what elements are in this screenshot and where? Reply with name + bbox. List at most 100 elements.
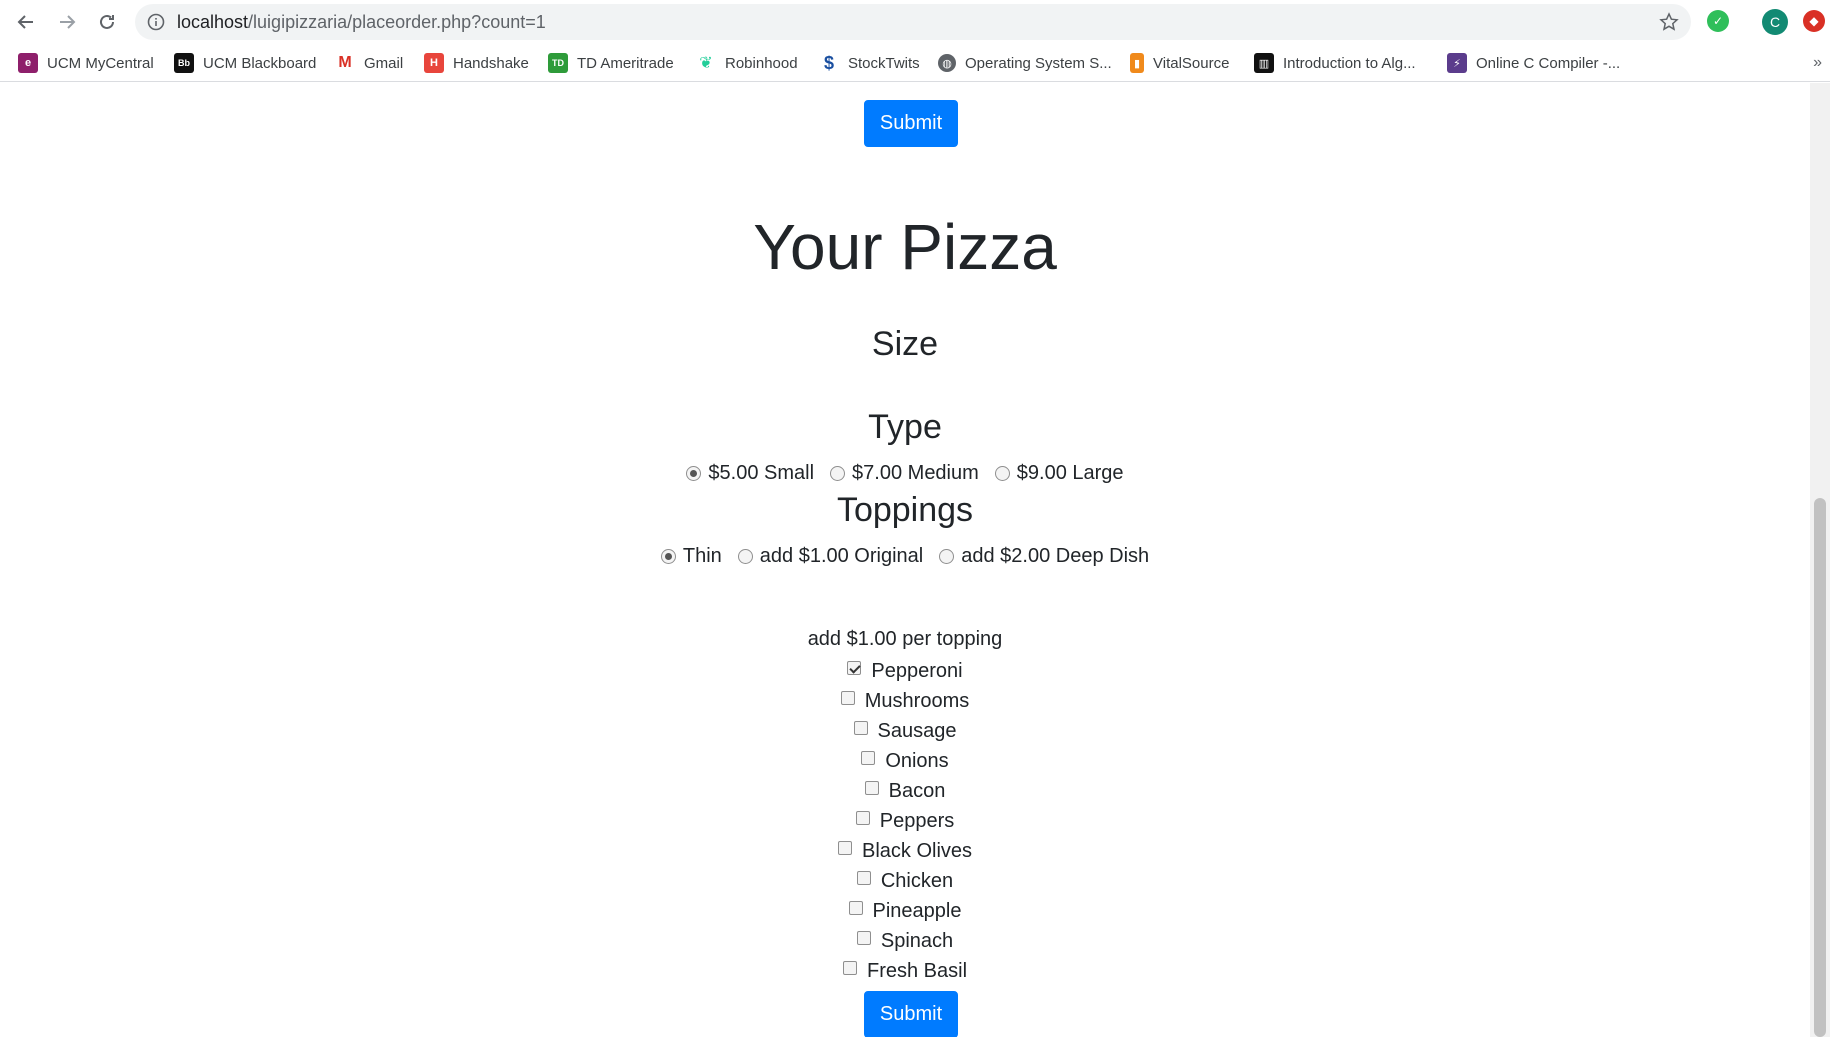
size-option-medium[interactable]: $7.00 Medium bbox=[830, 462, 979, 485]
topping-item[interactable]: Bacon bbox=[0, 776, 1810, 806]
bookmark-label: UCM MyCentral bbox=[47, 54, 154, 72]
type-option-original[interactable]: add $1.00 Original bbox=[737, 544, 924, 568]
topping-checkbox[interactable] bbox=[856, 931, 871, 945]
url-path: /luigipizzaria/placeorder.php?count=1 bbox=[248, 12, 546, 32]
topping-label: Fresh Basil bbox=[866, 959, 968, 982]
topping-item[interactable]: Fresh Basil bbox=[0, 956, 1810, 986]
type-option-deep-dish[interactable]: add $2.00 Deep Dish bbox=[939, 545, 1149, 568]
type-option-thin[interactable]: Thin bbox=[660, 544, 722, 568]
type-label-thin: Thin bbox=[682, 544, 722, 567]
size-option-small[interactable]: $5.00 Small bbox=[686, 462, 814, 485]
size-radio-large[interactable] bbox=[994, 465, 1010, 481]
topping-label: Peppers bbox=[879, 809, 955, 832]
page-scrollbar[interactable] bbox=[1810, 83, 1830, 1037]
toppings-list: Pepperoni Mushrooms Sausage Onions Bacon Pepp… bbox=[0, 656, 1810, 1037]
topping-checkbox[interactable] bbox=[840, 691, 855, 705]
size-option-large[interactable]: $9.00 Large bbox=[994, 461, 1124, 485]
bookmark-item[interactable]: ▮ VitalSource bbox=[1130, 52, 1229, 74]
more-bookmarks-button[interactable]: » bbox=[1813, 54, 1822, 72]
vitalsource-icon: ▮ bbox=[1130, 53, 1144, 73]
size-radio-medium[interactable] bbox=[830, 465, 846, 481]
topping-item[interactable]: Spinach bbox=[0, 926, 1810, 956]
type-heading: Type bbox=[868, 408, 942, 446]
topping-checkbox[interactable] bbox=[864, 781, 879, 795]
topping-item[interactable]: Pineapple bbox=[0, 896, 1810, 926]
topping-item[interactable]: Pepperoni bbox=[0, 656, 1810, 686]
extension-check-icon[interactable]: ✓ bbox=[1707, 10, 1729, 32]
topping-item[interactable]: Peppers bbox=[0, 806, 1810, 836]
bookmark-item[interactable]: ▥ Introduction to Alg... bbox=[1254, 52, 1416, 74]
scrollbar-thumb[interactable] bbox=[1814, 498, 1826, 1037]
bookmark-item[interactable]: $ StockTwits bbox=[819, 52, 920, 74]
size-options: $5.00 Small $7.00 Medium $9.00 Large bbox=[0, 460, 1810, 486]
forward-arrow-icon bbox=[60, 15, 76, 29]
topping-label: Black Olives bbox=[861, 839, 973, 862]
type-radio-thin[interactable] bbox=[660, 548, 676, 564]
bookmark-item[interactable]: ◍ Operating System S... bbox=[938, 52, 1112, 74]
toppings-heading: Toppings bbox=[836, 491, 974, 529]
toppings-note: add $1.00 per topping bbox=[807, 628, 1003, 650]
book-icon: ▥ bbox=[1254, 53, 1274, 73]
topping-label: Sausage bbox=[877, 719, 957, 742]
td-ameritrade-icon: TD bbox=[548, 53, 568, 73]
submit-button-top[interactable]: Submit bbox=[864, 100, 958, 147]
page-title: Your Pizza bbox=[753, 211, 1057, 283]
type-options: Thin add $1.00 Original add $2.00 Deep D… bbox=[0, 543, 1810, 569]
size-label-small: $5.00 Small bbox=[708, 461, 815, 484]
submit-button-bottom[interactable]: Submit bbox=[864, 991, 958, 1037]
extension-red-icon[interactable]: ◆ bbox=[1803, 10, 1825, 32]
size-heading: Size bbox=[871, 325, 939, 363]
topping-checkbox[interactable] bbox=[853, 721, 868, 735]
forward-button[interactable] bbox=[53, 8, 81, 36]
bookmark-label: VitalSource bbox=[1153, 54, 1230, 72]
topping-checkbox[interactable] bbox=[855, 811, 870, 825]
site-info-icon[interactable] bbox=[147, 13, 165, 31]
topping-label: Onions bbox=[885, 749, 949, 772]
topping-checkbox[interactable] bbox=[861, 751, 876, 765]
topping-checkbox[interactable] bbox=[848, 901, 863, 915]
bookmark-item[interactable]: e UCM MyCentral bbox=[18, 52, 154, 74]
bookmark-item[interactable]: ⚡ Online C Compiler -... bbox=[1447, 52, 1620, 74]
topping-checkbox[interactable] bbox=[837, 841, 852, 855]
topping-item[interactable]: Onions bbox=[0, 746, 1810, 776]
topping-item[interactable]: Chicken bbox=[0, 866, 1810, 896]
bookmark-label: StockTwits bbox=[848, 54, 920, 72]
url-text[interactable]: localhost/luigipizzaria/placeorder.php?c… bbox=[177, 13, 546, 31]
blackboard-icon: Bb bbox=[174, 53, 194, 73]
bookmark-label: TD Ameritrade bbox=[577, 54, 674, 72]
size-radio-small[interactable] bbox=[686, 465, 702, 481]
type-label-original: add $1.00 Original bbox=[759, 544, 924, 567]
bookmark-item[interactable]: TD TD Ameritrade bbox=[548, 52, 674, 74]
bookmark-item[interactable]: Bb UCM Blackboard bbox=[174, 52, 316, 74]
topping-checkbox[interactable] bbox=[856, 871, 871, 885]
bookmark-label: Introduction to Alg... bbox=[1283, 54, 1416, 72]
bookmark-label: Operating System S... bbox=[965, 54, 1112, 72]
topping-item[interactable]: Sausage bbox=[0, 716, 1810, 746]
bookmark-item[interactable]: M Gmail bbox=[335, 52, 403, 74]
bookmark-star-icon[interactable] bbox=[1659, 12, 1679, 32]
bookmark-label: Robinhood bbox=[725, 54, 798, 72]
topping-checkbox[interactable] bbox=[847, 661, 862, 675]
address-bar[interactable]: localhost/luigipizzaria/placeorder.php?c… bbox=[135, 4, 1691, 40]
robinhood-icon: ❦ bbox=[699, 55, 713, 72]
topping-label: Pineapple bbox=[872, 899, 962, 922]
bookmark-label: Online C Compiler -... bbox=[1476, 54, 1621, 72]
topping-label: Pepperoni bbox=[871, 659, 963, 682]
profile-avatar[interactable]: C bbox=[1762, 9, 1788, 35]
globe-icon: ◍ bbox=[938, 54, 956, 72]
topping-checkbox[interactable] bbox=[842, 961, 857, 975]
type-radio-deep-dish[interactable] bbox=[939, 548, 955, 564]
topping-item[interactable]: Black Olives bbox=[0, 836, 1810, 866]
topping-label: Bacon bbox=[888, 779, 946, 802]
reload-button[interactable] bbox=[93, 8, 121, 36]
bookmark-item[interactable]: ❦ Robinhood bbox=[696, 52, 798, 74]
browser-toolbar: localhost/luigipizzaria/placeorder.php?c… bbox=[0, 0, 1830, 44]
topping-label: Spinach bbox=[880, 929, 954, 952]
back-button[interactable] bbox=[12, 8, 40, 36]
bookmark-item[interactable]: H Handshake bbox=[424, 52, 529, 74]
size-label-large: $9.00 Large bbox=[1016, 461, 1124, 484]
type-radio-original[interactable] bbox=[737, 548, 753, 564]
bookmark-label: Gmail bbox=[364, 54, 404, 72]
topping-label: Mushrooms bbox=[864, 689, 970, 712]
topping-item[interactable]: Mushrooms bbox=[0, 686, 1810, 716]
